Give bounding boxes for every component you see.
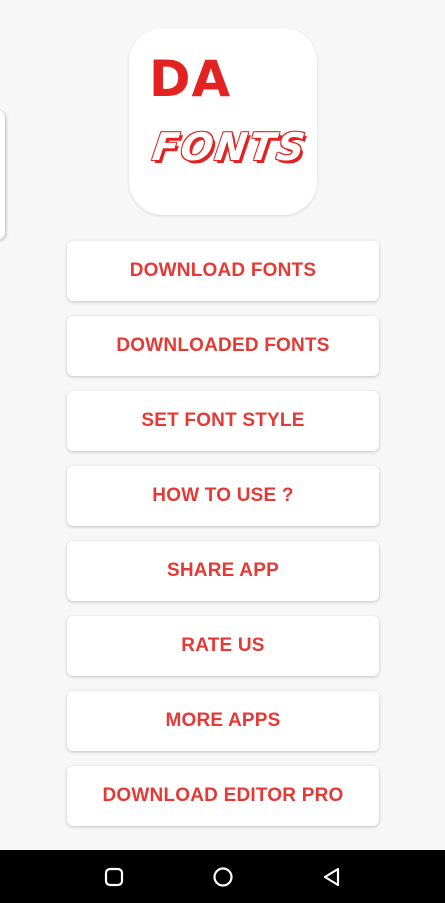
app-screen: DA FONTS DOWNLOAD FONTS DOWNLOADED FONTS… xyxy=(0,0,445,903)
recents-icon[interactable] xyxy=(103,866,125,888)
download-fonts-button[interactable]: DOWNLOAD FONTS xyxy=(67,241,379,301)
navigation-drawer-edge[interactable] xyxy=(0,110,5,240)
logo-text-fonts: FONTS xyxy=(149,125,310,169)
rate-us-button[interactable]: RATE US xyxy=(67,616,379,676)
back-icon[interactable] xyxy=(321,866,343,888)
more-apps-button[interactable]: MORE APPS xyxy=(67,691,379,751)
set-font-style-button[interactable]: SET FONT STYLE xyxy=(67,391,379,451)
download-editor-pro-button[interactable]: DOWNLOAD EDITOR PRO xyxy=(67,766,379,826)
share-app-button[interactable]: SHARE APP xyxy=(67,541,379,601)
system-navigation-bar xyxy=(0,850,445,903)
app-logo: DA FONTS xyxy=(129,28,317,215)
downloaded-fonts-button[interactable]: DOWNLOADED FONTS xyxy=(67,316,379,376)
logo-text-da: DA xyxy=(149,50,232,108)
home-icon[interactable] xyxy=(212,866,234,888)
how-to-use-button[interactable]: HOW TO USE ? xyxy=(67,466,379,526)
main-menu: DOWNLOAD FONTS DOWNLOADED FONTS SET FONT… xyxy=(67,241,379,841)
